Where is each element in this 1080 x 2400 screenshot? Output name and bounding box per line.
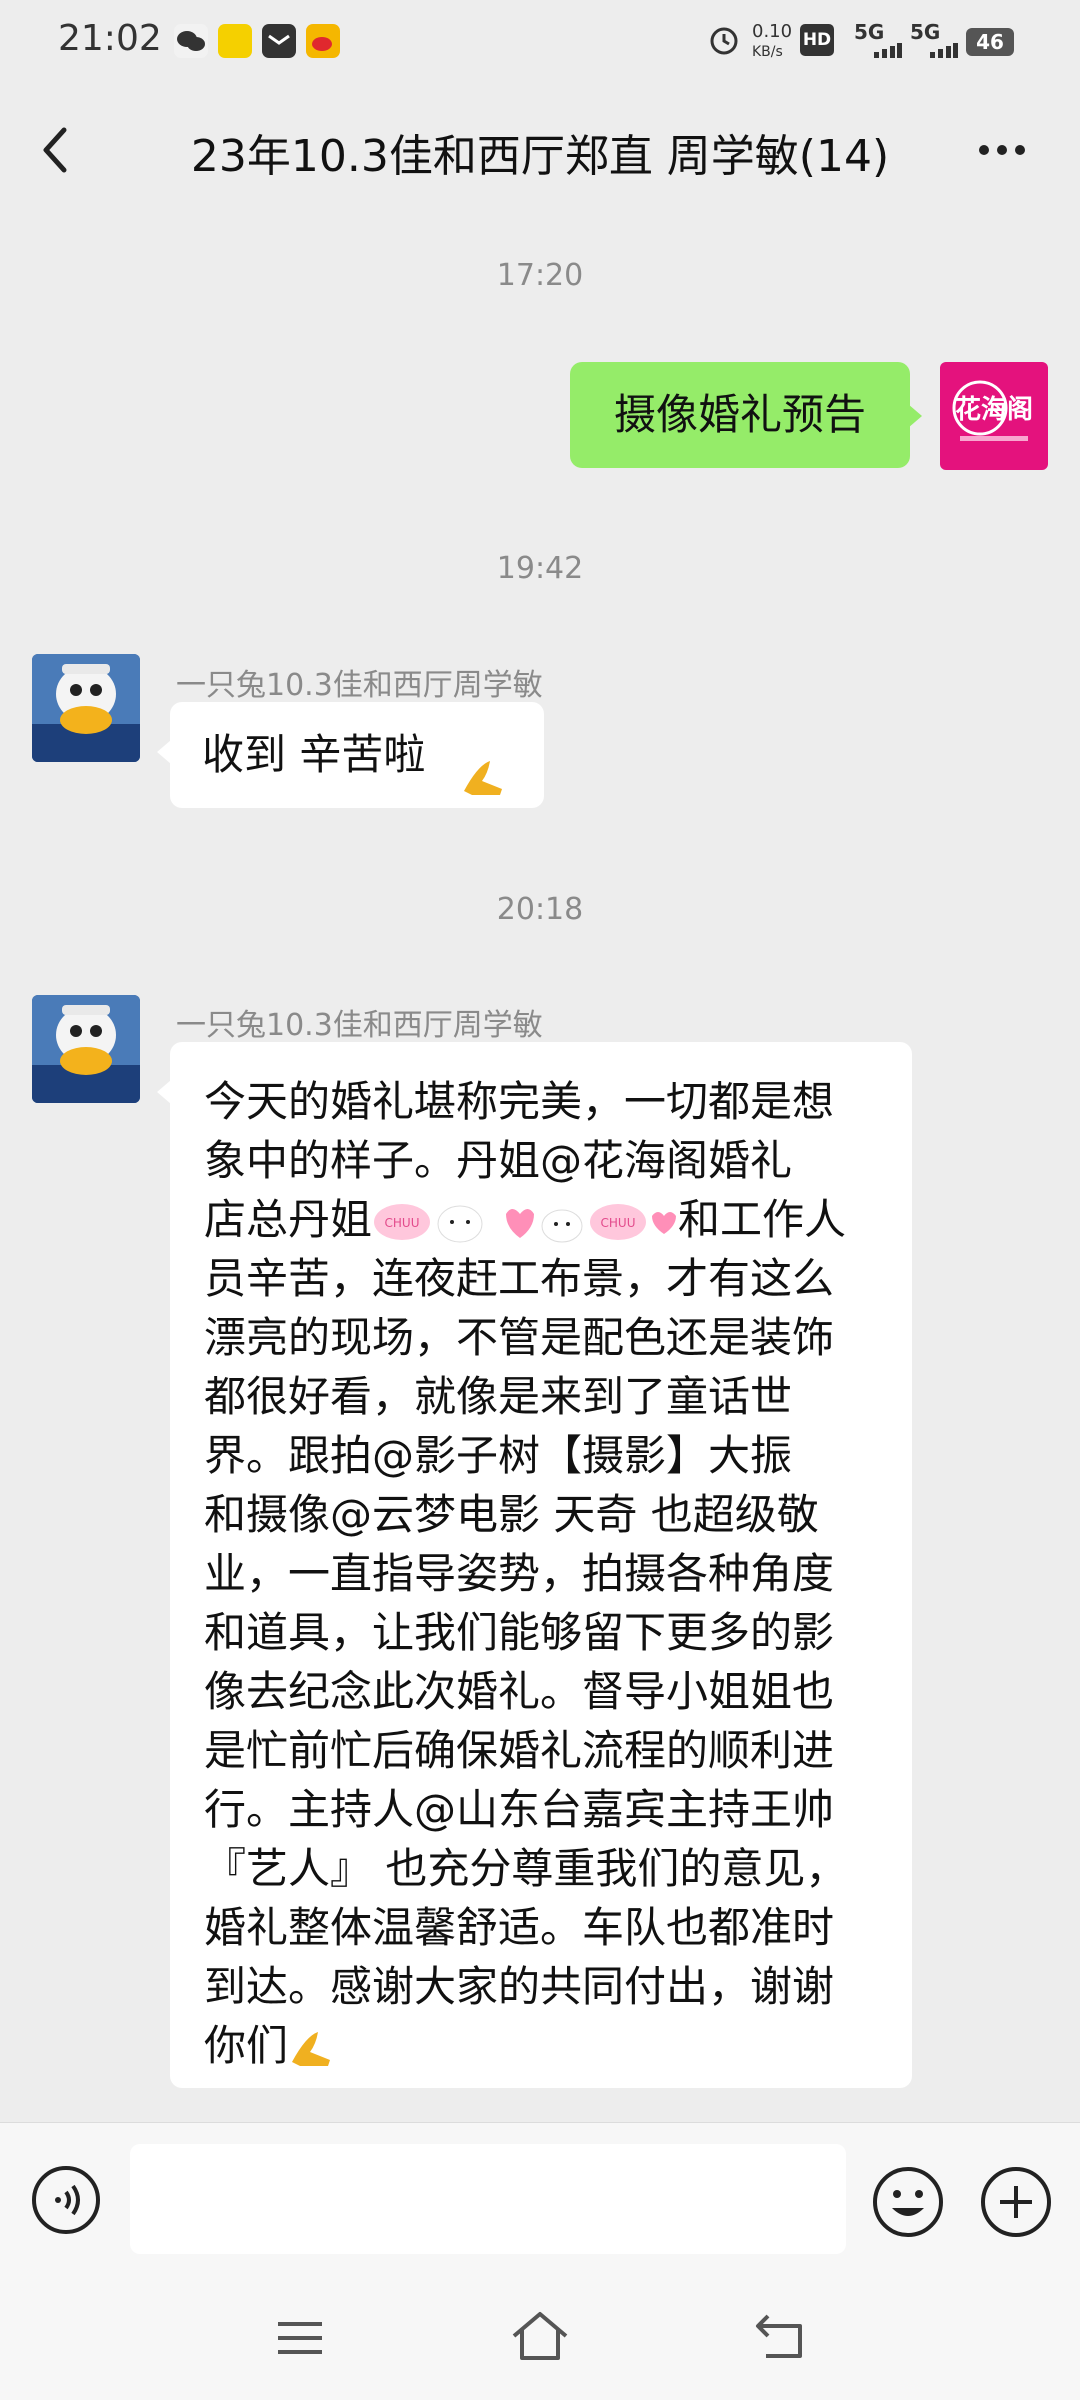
message-text: 收到 辛苦啦 [202,730,426,779]
logo-text: 花海阁 [955,394,1033,425]
message-input[interactable] [130,2144,846,2254]
signal-label-1: 5G [854,20,885,44]
plus-icon[interactable] [978,2164,1054,2240]
message-line: 婚礼整体温馨舒适。车队也都准时 [204,1903,835,1952]
message-line: 行。主持人@山东台嘉宾主持王帅 [204,1785,835,1834]
weibo-notification-icon [306,24,340,58]
message-line: 店总丹姐 CHUU CHUU 和工作人 [204,1190,878,1249]
self-avatar[interactable]: 花海阁 [940,362,1048,470]
net-speed-unit: KB/s [752,44,783,60]
battery-indicator: 46 [966,28,1014,56]
sender-avatar[interactable] [32,995,140,1103]
message-text: 你们 [204,2021,289,2070]
signal-bars-1-icon [854,42,902,58]
message-line: 你们 [204,2016,878,2075]
timestamp: 20:18 [496,892,584,927]
message-line: 和道具，让我们能够留下更多的影 [204,1608,835,1657]
status-time: 21:02 [58,18,162,59]
bubble-tail [157,1080,171,1104]
message-bubble[interactable]: 今天的婚礼堪称完美，一切都是想 象中的样子。丹姐@花海阁婚礼 店总丹姐 CHUU… [170,1042,912,2088]
sticker-text: CHUU [385,1216,420,1230]
svg-text:CHUU: CHUU [601,1216,636,1230]
hd-badge: HD [800,24,834,56]
chat-title: 23年10.3佳和西厅郑直 周学敏(14) [190,131,890,182]
signal-bars-2-icon [910,42,958,58]
pray-hands-icon [288,2026,334,2072]
sender-avatar[interactable] [32,654,140,762]
message-line: 象中的样子。丹姐@花海阁婚礼 [204,1136,793,1185]
mail-notification-icon [262,24,296,58]
emoji-icon[interactable] [870,2164,946,2240]
net-speed: 0.10 [752,21,793,42]
menu-icon[interactable] [276,2318,324,2358]
self-message-bubble[interactable]: 摄像婚礼预告 [570,362,910,468]
pray-hands-icon [460,734,506,795]
message-text: 店总丹姐 [204,1195,373,1244]
signal-label-2: 5G [910,20,941,44]
message-line: 到达。感谢大家的共同付出，谢谢 [204,1962,835,2011]
message-line: 界。跟拍@影子树【摄影】大振 [204,1431,793,1480]
bubble-tail [157,740,171,764]
timestamp: 17:20 [496,258,584,293]
alarm-icon [708,24,740,56]
message-line: 员辛苦，连夜赶工布景，才有这么 [204,1254,835,1303]
sender-name: 一只兔10.3佳和西厅周学敏 [176,1008,543,1043]
message-line: 漂亮的现场，不管是配色还是装饰 [204,1313,835,1362]
message-line: 今天的婚礼堪称完美，一切都是想 [204,1077,835,1126]
message-line: 是忙前忙后确保婚礼流程的顺利进 [204,1726,835,1775]
app-notification-icon [218,24,252,58]
sticker-emoji-icons: CHUU CHUU [372,1198,678,1248]
wechat-notification-icon [174,24,208,58]
message-line: 像去纪念此次婚礼。督导小姐姐也 [204,1667,835,1716]
bubble-tail [908,404,922,428]
message-bubble[interactable]: 收到 辛苦啦 [170,702,544,808]
sender-name: 一只兔10.3佳和西厅周学敏 [176,668,543,703]
timestamp: 19:42 [496,551,584,586]
message-text: 和工作人 [678,1195,847,1244]
message-line: 『艺人』 也充分尊重我们的意见， [204,1844,848,1893]
message-line: 和摄像@云梦电影 天奇 也超级敬 [204,1490,819,1539]
back-nav-icon[interactable] [754,2312,806,2360]
message-line: 业，一直指导姿势，拍摄各种角度 [204,1549,835,1598]
message-line: 都很好看，就像是来到了童话世 [204,1372,793,1421]
more-icon[interactable] [976,128,1028,172]
home-icon[interactable] [510,2310,570,2362]
voice-icon[interactable] [30,2164,102,2236]
